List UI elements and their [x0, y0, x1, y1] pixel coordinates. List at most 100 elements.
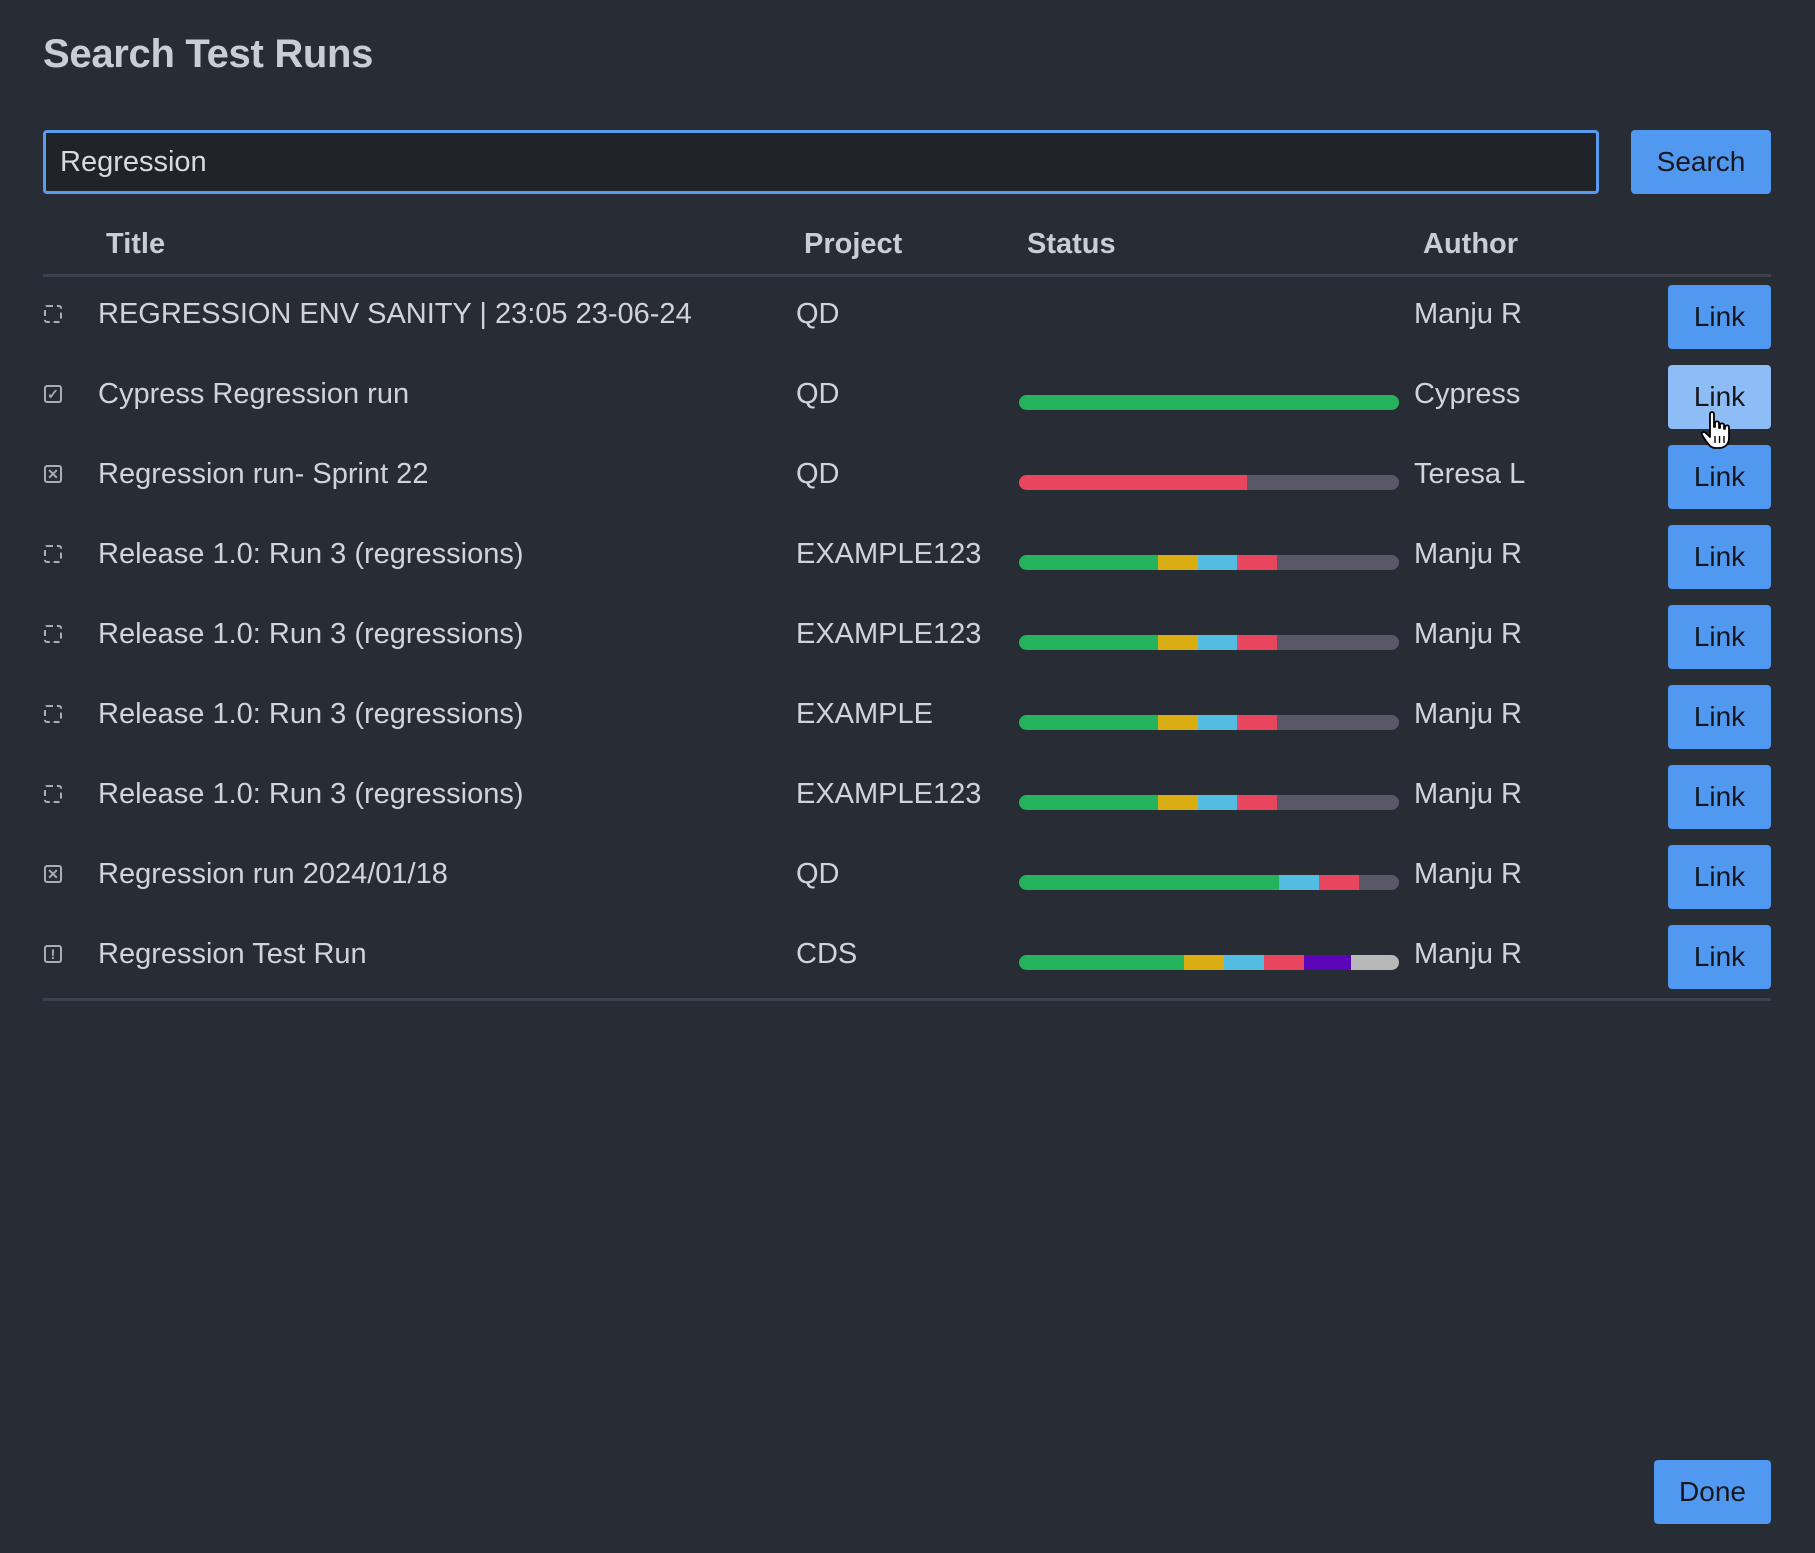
- status-segment-failed: [1237, 715, 1278, 730]
- row-author: Manju R: [1414, 298, 1522, 330]
- row-title: Regression run- Sprint 22: [98, 458, 429, 490]
- link-button[interactable]: Link: [1668, 445, 1771, 509]
- link-button[interactable]: Link: [1668, 605, 1771, 669]
- status-segment-retest: [1224, 955, 1265, 970]
- row-title: Regression Test Run: [98, 938, 367, 970]
- status-progress-bar: [1019, 875, 1399, 890]
- row-author: Manju R: [1414, 618, 1522, 650]
- row-author: Manju R: [1414, 538, 1522, 570]
- link-button[interactable]: Link: [1668, 685, 1771, 749]
- row-project: EXAMPLE123: [796, 618, 982, 650]
- status-progress-bar: [1019, 795, 1399, 810]
- link-button[interactable]: Link: [1668, 285, 1771, 349]
- search-button[interactable]: Search: [1631, 130, 1771, 194]
- status-segment-retest: [1197, 715, 1238, 730]
- status-progress-bar: [1019, 475, 1399, 490]
- link-button[interactable]: Link: [1668, 925, 1771, 989]
- status-segment-failed: [1237, 635, 1278, 650]
- page-title: Search Test Runs: [43, 32, 374, 76]
- empty-checkbox-icon: [44, 785, 62, 803]
- status-segment-untested: [1247, 475, 1399, 490]
- row-project: QD: [796, 858, 840, 890]
- status-segment-passed: [1019, 395, 1399, 410]
- table-row: REGRESSION ENV SANITY | 23:05 23-06-24 QD…: [0, 278, 1815, 358]
- row-project: EXAMPLE123: [796, 778, 982, 810]
- status-progress-bar: [1019, 635, 1399, 650]
- status-progress-bar: [1019, 555, 1399, 570]
- failed-cross-icon: ✕: [44, 865, 62, 883]
- status-segment-failed: [1264, 955, 1304, 970]
- status-segment-passed: [1019, 635, 1158, 650]
- status-segment-blocked: [1157, 715, 1198, 730]
- status-segment-passed: [1019, 875, 1280, 890]
- column-header-title: Title: [106, 228, 166, 260]
- status-segment-passed: [1019, 955, 1185, 970]
- column-header-status: Status: [1027, 228, 1116, 260]
- done-button[interactable]: Done: [1654, 1460, 1771, 1524]
- table-row: ✕ Regression run 2024/01/18 QD Manju R Link: [0, 838, 1815, 918]
- status-segment-passed: [1019, 555, 1158, 570]
- row-project: EXAMPLE123: [796, 538, 982, 570]
- row-title: Release 1.0: Run 3 (regressions): [98, 538, 524, 570]
- status-segment-failed: [1237, 555, 1278, 570]
- passed-check-icon: ✓: [44, 385, 62, 403]
- status-segment-blocked: [1157, 795, 1198, 810]
- status-segment-untested: [1277, 715, 1399, 730]
- empty-checkbox-icon: [44, 625, 62, 643]
- status-segment-untested: [1277, 795, 1399, 810]
- table-row: ! Regression Test Run CDS Manju R Link: [0, 918, 1815, 998]
- status-progress-bar: [1019, 955, 1399, 970]
- row-project: QD: [796, 458, 840, 490]
- status-segment-untested: [1277, 635, 1399, 650]
- status-segment-other: [1351, 955, 1399, 970]
- link-button[interactable]: Link: [1668, 845, 1771, 909]
- status-segment-blocked: [1184, 955, 1225, 970]
- empty-checkbox-icon: [44, 305, 62, 323]
- link-button[interactable]: Link: [1668, 765, 1771, 829]
- status-segment-passed: [1019, 795, 1158, 810]
- status-segment-blocked: [1157, 555, 1198, 570]
- header-divider: [43, 274, 1771, 277]
- hand-cursor-icon: [1700, 411, 1730, 449]
- status-segment-blocked: [1157, 635, 1198, 650]
- row-title: Release 1.0: Run 3 (regressions): [98, 618, 524, 650]
- status-segment-retest: [1197, 795, 1238, 810]
- empty-checkbox-icon: [44, 705, 62, 723]
- row-title: Cypress Regression run: [98, 378, 410, 410]
- row-author: Cypress: [1414, 378, 1521, 410]
- status-segment-untested: [1359, 875, 1399, 890]
- column-header-author: Author: [1423, 228, 1519, 260]
- warning-icon: !: [44, 945, 62, 963]
- empty-checkbox-icon: [44, 545, 62, 563]
- row-title: REGRESSION ENV SANITY | 23:05 23-06-24: [98, 298, 692, 330]
- table-row: Release 1.0: Run 3 (regressions) EXAMPLE1…: [0, 518, 1815, 598]
- search-input[interactable]: [43, 130, 1599, 194]
- row-title: Regression run 2024/01/18: [98, 858, 448, 890]
- status-segment-failed: [1237, 795, 1278, 810]
- row-project: QD: [796, 298, 840, 330]
- table-row: ✕ Regression run- Sprint 22 QD Teresa L Link: [0, 438, 1815, 518]
- status-segment-passed: [1019, 715, 1158, 730]
- status-segment-custom: [1303, 955, 1352, 970]
- status-segment-retest: [1279, 875, 1320, 890]
- status-segment-failed: [1019, 475, 1247, 490]
- table-row: Release 1.0: Run 3 (regressions) EXAMPLE1…: [0, 758, 1815, 838]
- row-title: Release 1.0: Run 3 (regressions): [98, 698, 524, 730]
- row-author: Manju R: [1414, 698, 1522, 730]
- row-project: EXAMPLE: [796, 698, 933, 730]
- row-author: Manju R: [1414, 858, 1522, 890]
- failed-cross-icon: ✕: [44, 465, 62, 483]
- table-row: Release 1.0: Run 3 (regressions) EXAMPLE M…: [0, 678, 1815, 758]
- status-progress-bar: [1019, 395, 1399, 410]
- row-author: Manju R: [1414, 778, 1522, 810]
- status-segment-retest: [1197, 635, 1238, 650]
- row-project: CDS: [796, 938, 858, 970]
- status-segment-retest: [1197, 555, 1238, 570]
- row-author: Manju R: [1414, 938, 1522, 970]
- table-row: ✓ Cypress Regression run QD Cypress Link: [0, 358, 1815, 438]
- status-segment-untested: [1277, 555, 1399, 570]
- status-progress-bar: [1019, 715, 1399, 730]
- link-button[interactable]: Link: [1668, 525, 1771, 589]
- table-bottom-divider: [43, 998, 1771, 1001]
- row-title: Release 1.0: Run 3 (regressions): [98, 778, 524, 810]
